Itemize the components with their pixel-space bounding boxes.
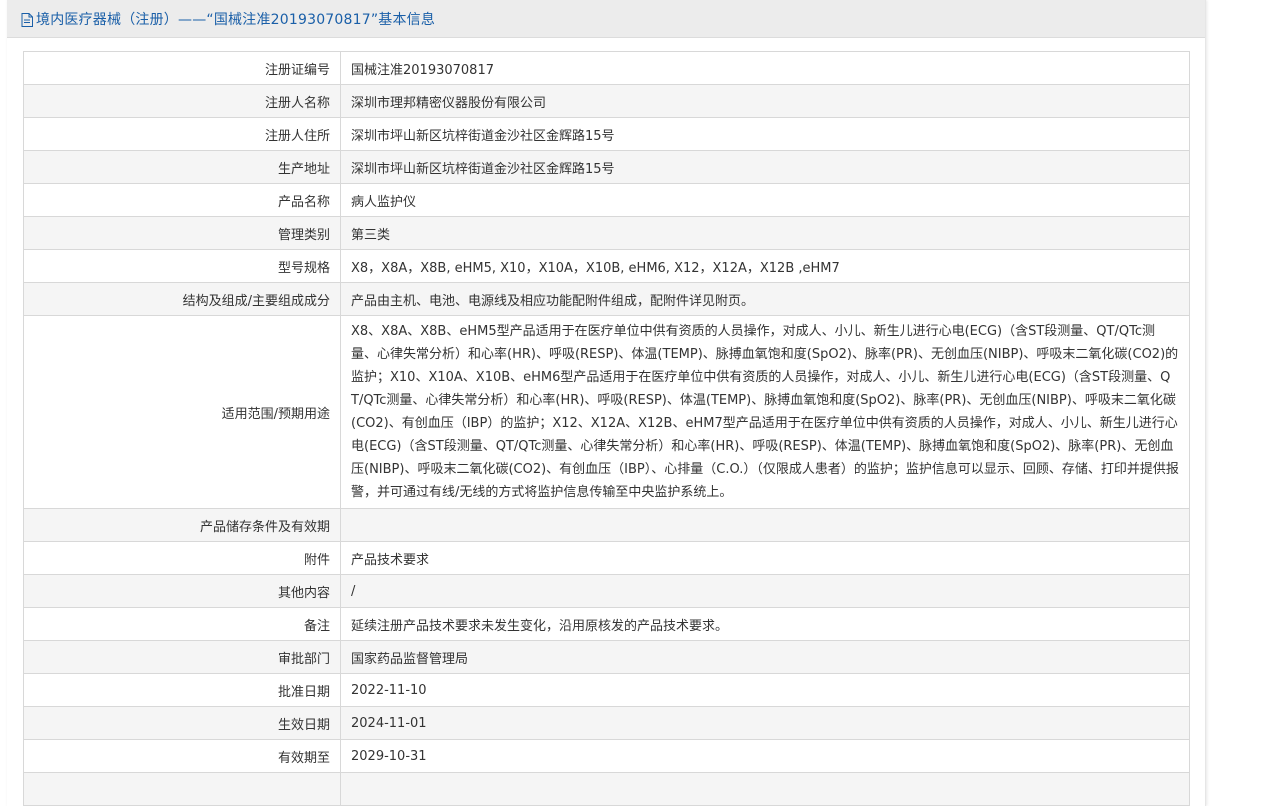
row-label: 生效日期 — [23, 706, 341, 740]
row-label: 产品储存条件及有效期 — [23, 508, 341, 542]
row-label — [23, 772, 341, 806]
table-row: 附件 产品技术要求 — [23, 541, 1190, 575]
row-label: 有效期至 — [23, 739, 341, 773]
table-row: 注册人名称 深圳市理邦精密仪器股份有限公司 — [23, 84, 1190, 118]
row-label: 批准日期 — [23, 673, 341, 707]
row-label: 审批部门 — [23, 640, 341, 674]
row-value: 延续注册产品技术要求未发生变化，沿用原核发的产品技术要求。 — [340, 607, 1190, 641]
table-row: 管理类别 第三类 — [23, 216, 1190, 250]
info-table: 注册证编号 国械注准20193070817 注册人名称 深圳市理邦精密仪器股份有… — [23, 51, 1190, 806]
table-row — [23, 772, 1190, 806]
table-row: 注册证编号 国械注准20193070817 — [23, 51, 1190, 85]
row-label: 适用范围/预期用途 — [23, 315, 341, 509]
row-label: 结构及组成/主要组成成分 — [23, 282, 341, 316]
row-value: 2024-11-01 — [340, 706, 1190, 740]
row-value: 国械注准20193070817 — [340, 51, 1190, 85]
detail-panel: 境内医疗器械（注册）——“国械注准20193070817”基本信息 注册证编号 … — [7, 0, 1206, 806]
table-row: 其他内容 / — [23, 574, 1190, 608]
row-value: 国家药品监督管理局 — [340, 640, 1190, 674]
row-value — [340, 508, 1190, 542]
row-value: 第三类 — [340, 216, 1190, 250]
table-row: 审批部门 国家药品监督管理局 — [23, 640, 1190, 674]
row-value: 深圳市理邦精密仪器股份有限公司 — [340, 84, 1190, 118]
row-value — [340, 772, 1190, 806]
row-label: 注册人住所 — [23, 117, 341, 151]
table-row: 注册人住所 深圳市坪山新区坑梓街道金沙社区金辉路15号 — [23, 117, 1190, 151]
table-row: 型号规格 X8，X8A，X8B, eHM5, X10，X10A，X10B, eH… — [23, 249, 1190, 283]
table-row: 备注 延续注册产品技术要求未发生变化，沿用原核发的产品技术要求。 — [23, 607, 1190, 641]
table-row: 产品储存条件及有效期 — [23, 508, 1190, 542]
row-label: 型号规格 — [23, 249, 341, 283]
table-row: 生效日期 2024-11-01 — [23, 706, 1190, 740]
row-label: 产品名称 — [23, 183, 341, 217]
row-value: X8，X8A，X8B, eHM5, X10，X10A，X10B, eHM6, X… — [340, 249, 1190, 283]
row-value: / — [340, 574, 1190, 608]
table-row: 批准日期 2022-11-10 — [23, 673, 1190, 707]
title-bar: 境内医疗器械（注册）——“国械注准20193070817”基本信息 — [7, 0, 1205, 38]
row-value: 产品技术要求 — [340, 541, 1190, 575]
row-label: 其他内容 — [23, 574, 341, 608]
row-value: 产品由主机、电池、电源线及相应功能配附件组成，配附件详见附页。 — [340, 282, 1190, 316]
row-label: 生产地址 — [23, 150, 341, 184]
row-label: 附件 — [23, 541, 341, 575]
row-value: 2022-11-10 — [340, 673, 1190, 707]
info-table-wrap: 注册证编号 国械注准20193070817 注册人名称 深圳市理邦精密仪器股份有… — [23, 51, 1190, 806]
table-row: 结构及组成/主要组成成分 产品由主机、电池、电源线及相应功能配附件组成，配附件详… — [23, 282, 1190, 316]
row-label: 备注 — [23, 607, 341, 641]
table-row: 有效期至 2029-10-31 — [23, 739, 1190, 773]
row-label: 注册人名称 — [23, 84, 341, 118]
page-title: 境内医疗器械（注册）——“国械注准20193070817”基本信息 — [36, 11, 436, 28]
row-label: 注册证编号 — [23, 51, 341, 85]
row-value: X8、X8A、X8B、eHM5型产品适用于在医疗单位中供有资质的人员操作，对成人… — [340, 315, 1190, 509]
document-icon — [21, 12, 33, 27]
row-label: 管理类别 — [23, 216, 341, 250]
row-value: 深圳市坪山新区坑梓街道金沙社区金辉路15号 — [340, 150, 1190, 184]
table-row: 生产地址 深圳市坪山新区坑梓街道金沙社区金辉路15号 — [23, 150, 1190, 184]
table-row: 产品名称 病人监护仪 — [23, 183, 1190, 217]
row-value: 深圳市坪山新区坑梓街道金沙社区金辉路15号 — [340, 117, 1190, 151]
row-value: 2029-10-31 — [340, 739, 1190, 773]
row-value: 病人监护仪 — [340, 183, 1190, 217]
table-row: 适用范围/预期用途 X8、X8A、X8B、eHM5型产品适用于在医疗单位中供有资… — [23, 315, 1190, 509]
